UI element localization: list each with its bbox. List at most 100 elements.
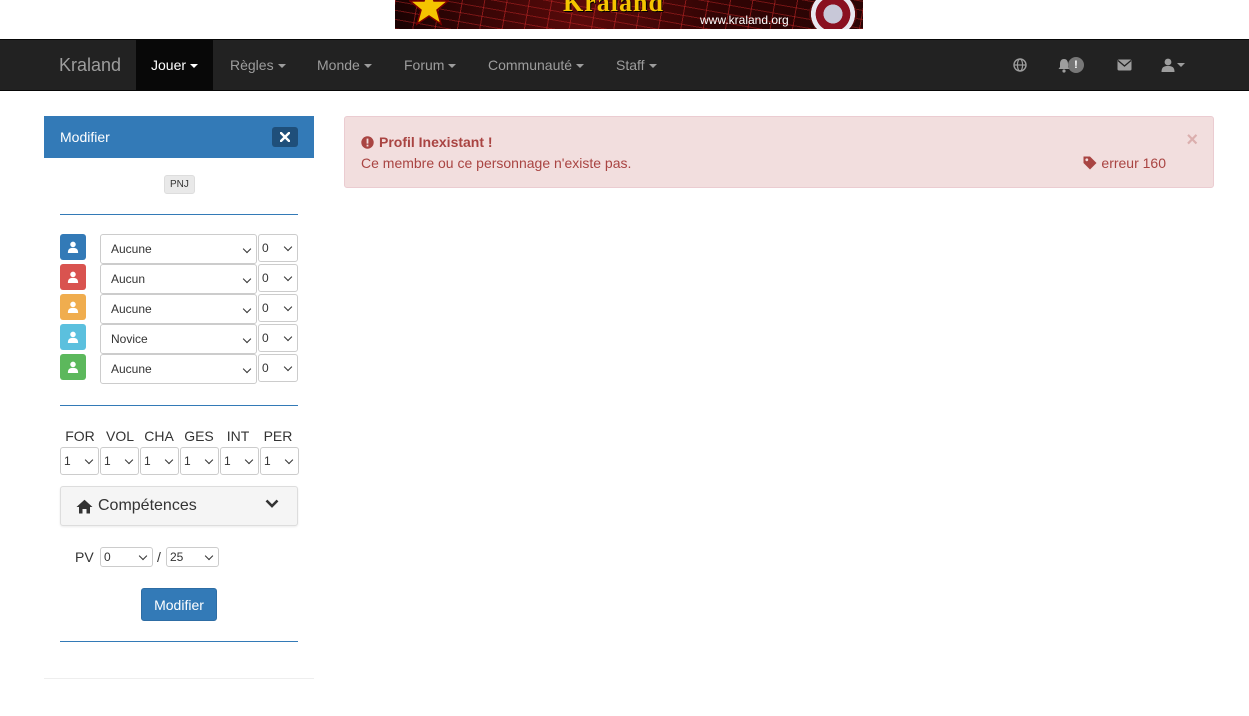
select-value: 1 [264,454,271,468]
error-tag: erreur 160 [1083,155,1166,171]
select-value: 1 [144,454,151,468]
banner-url: www.kraland.org [700,13,789,27]
tag-icon [1083,156,1097,170]
envelope-icon [1117,59,1132,71]
chevron-down-icon [124,455,134,465]
attribute-row: Novice 0 [60,324,300,354]
nav-staff[interactable]: Staff [601,40,672,90]
chevron-down-icon [265,499,279,508]
caret-down-icon [190,64,199,69]
stat-select-for[interactable]: 1 [60,447,99,475]
stat-select-ges[interactable]: 1 [180,447,219,475]
close-button[interactable] [272,127,298,147]
navbar-brand[interactable]: Kraland [59,40,121,90]
attribute-row: Aucune 0 [60,234,300,264]
site-banner[interactable]: Kraland www.kraland.org [395,0,863,29]
select-value: Aucune [111,242,152,256]
alert-close-button[interactable]: × [1186,130,1198,150]
stat-select-cha[interactable]: 1 [140,447,179,475]
edit-sidebar: Modifier PNJ Aucune 0 Aucun 0 Aucune 0 N… [44,116,314,679]
chevron-down-icon [242,274,252,284]
notification-badge: ! [1068,57,1084,73]
attribute-row: Aucun 0 [60,264,300,294]
chevron-down-icon [283,302,293,312]
attribute-row: Aucune 0 [60,294,300,324]
pv-max-select[interactable]: 25 [166,547,219,567]
nav-label: Règles [230,57,274,73]
nav-label: Forum [404,57,445,73]
user-menu-button[interactable] [1161,40,1185,90]
user-icon [60,294,86,320]
user-icon [60,354,86,380]
caret-down-icon [576,64,585,69]
attribute-level-select[interactable]: 0 [258,324,298,352]
nav-monde[interactable]: Monde [302,40,387,90]
caret-down-icon [648,64,657,69]
stat-header-ges: GES [184,428,214,444]
sidebar-title: Modifier [60,129,110,145]
chevron-down-icon [204,455,214,465]
chevron-down-icon [164,455,174,465]
chevron-down-icon [284,455,294,465]
competences-label: Compétences [98,497,197,514]
chevron-down-icon [283,332,293,342]
modifier-button[interactable]: Modifier [141,588,217,621]
attribute-level-select[interactable]: 0 [258,354,298,382]
attribute-select[interactable]: Aucune [100,234,257,264]
stat-header-cha: CHA [144,428,174,444]
nav-jouer[interactable]: Jouer [136,40,214,90]
attribute-select[interactable]: Aucune [100,294,257,324]
attribute-level-select[interactable]: 0 [258,264,298,292]
caret-down-icon [363,64,372,69]
globe-icon [1013,58,1027,72]
select-value: Aucun [111,272,146,286]
select-value: 0 [262,271,269,285]
nav-label: Communauté [488,57,573,73]
stat-header-per: PER [263,428,293,444]
pnj-label: PNJ [164,175,195,194]
nav-label: Staff [616,57,645,73]
nav-communaute[interactable]: Communauté [473,40,599,90]
user-icon [60,264,86,290]
select-value: 1 [64,454,71,468]
attribute-select[interactable]: Aucune [100,354,257,384]
attribute-select[interactable]: Novice [100,324,257,354]
sidebar-header: Modifier [44,116,314,158]
nav-label: Monde [317,57,360,73]
stat-select-vol[interactable]: 1 [100,447,139,475]
exclamation-circle-icon [361,135,374,149]
attribute-level-select[interactable]: 0 [258,294,298,322]
select-value: 0 [262,301,269,315]
nav-regles[interactable]: Règles [215,40,301,90]
close-icon [280,132,290,142]
select-value: Aucune [111,302,152,316]
chevron-down-icon [204,551,214,561]
alert-title: Profil Inexistant ! [361,134,493,150]
alert-message: Ce membre ou ce personnage n'existe pas. [361,155,632,171]
nav-forum[interactable]: Forum [389,40,471,90]
messages-button[interactable] [1117,40,1132,90]
attribute-level-select[interactable]: 0 [258,234,298,262]
alert-title-text: Profil Inexistant ! [379,134,493,150]
error-code: erreur 160 [1101,155,1166,171]
stat-header-vol: VOL [105,428,134,444]
divider [60,641,298,642]
globe-button[interactable] [1013,40,1027,90]
caret-down-icon [1177,63,1185,67]
notifications-button[interactable]: ! [1057,40,1084,90]
select-value: 0 [104,550,111,564]
pv-separator: / [157,549,161,565]
nav-label: Jouer [151,57,187,73]
pv-current-select[interactable]: 0 [100,547,153,567]
stat-select-int[interactable]: 1 [220,447,259,475]
star-icon [409,0,449,26]
caret-down-icon [277,64,286,69]
divider [60,214,298,215]
divider [60,405,298,406]
competences-toggle[interactable]: Compétences [60,486,298,526]
select-value: 25 [170,550,184,564]
attribute-select[interactable]: Aucun [100,264,257,294]
chevron-down-icon [283,272,293,282]
emblem-icon [809,0,857,29]
stat-select-per[interactable]: 1 [260,447,299,475]
